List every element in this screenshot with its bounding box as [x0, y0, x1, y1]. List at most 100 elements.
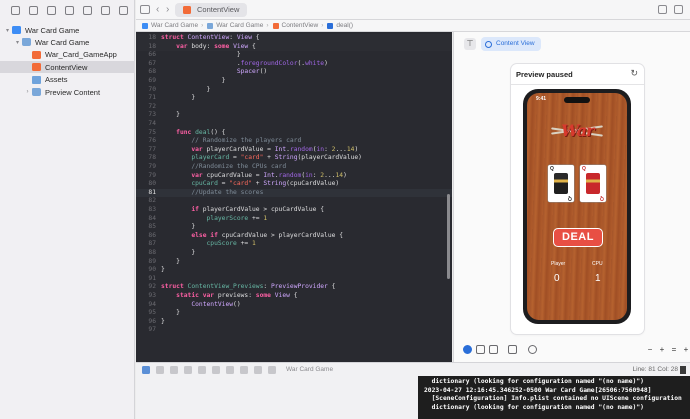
code-token: } [161, 266, 165, 274]
step-out-icon[interactable] [212, 366, 220, 374]
device-settings-icon[interactable] [508, 345, 517, 354]
tab-contentview[interactable]: ContentView [175, 3, 248, 17]
live-preview-icon[interactable] [463, 345, 472, 354]
code-line[interactable]: 18 var body: some View { [136, 42, 452, 52]
zoom-in-icon[interactable]: + [657, 345, 667, 355]
crumb-project[interactable]: War Card Game › [142, 22, 203, 29]
chevron-right-icon[interactable]: › [23, 89, 32, 95]
bookmark-icon[interactable] [47, 6, 56, 15]
code-line[interactable]: 68 Spacer() [136, 68, 452, 77]
code-token: { [248, 42, 256, 50]
split-view-icon[interactable] [680, 366, 686, 374]
code-line[interactable]: 76 // Randomize the players card [136, 137, 452, 146]
debug-nav-icon[interactable] [119, 6, 128, 15]
folder-nav-icon[interactable] [11, 6, 20, 15]
zoom-out-icon[interactable]: − [645, 345, 655, 355]
pin-icon[interactable]: ⊤ [464, 38, 476, 50]
selectable-mode-icon[interactable] [476, 345, 485, 354]
forward-arrow-icon[interactable]: › [166, 4, 169, 15]
crumb-group[interactable]: War Card Game › [207, 22, 269, 29]
source-control-icon[interactable] [29, 6, 38, 15]
crumb-symbol[interactable]: deal() [327, 22, 353, 29]
code-token: random [278, 171, 302, 179]
code-text: func deal() { [161, 129, 225, 138]
line-number: 18 [148, 34, 156, 41]
code-line[interactable]: 74 [136, 120, 452, 129]
preview-selector-chip[interactable]: Content View [481, 37, 541, 51]
view-hierarchy-icon[interactable] [226, 366, 234, 374]
code-line[interactable]: 78 playerCard = "card" + String(playerCa… [136, 154, 452, 163]
code-line[interactable]: 70 } [136, 86, 452, 95]
code-line[interactable]: 83 if playerCardValue > cpuCardValue { [136, 206, 452, 215]
variants-icon[interactable] [489, 345, 498, 354]
code-line[interactable]: 84 playerScore += 1 [136, 215, 452, 224]
code-line[interactable]: 86 else if cpuCardValue > playerCardValu… [136, 232, 452, 241]
zoom-100-icon[interactable]: + [681, 345, 690, 355]
code-token: : [324, 145, 332, 153]
step-over-icon[interactable] [184, 366, 192, 374]
navigator-item[interactable]: ▾ War Card Game [0, 36, 135, 48]
code-line[interactable]: 71 } [136, 94, 452, 103]
code-line[interactable]: 93 static var previews: some View { [136, 292, 452, 301]
code-line[interactable]: 88 } [136, 249, 452, 258]
step-in-icon[interactable] [198, 366, 206, 374]
code-line[interactable]: 94 ContentView() [136, 301, 452, 310]
zoom-fit-icon[interactable]: = [669, 345, 679, 355]
code-line[interactable]: 90} [136, 266, 452, 275]
code-line[interactable]: 85 } [136, 223, 452, 232]
navigator-item[interactable]: War_Card_GameApp [0, 49, 135, 61]
find-nav-icon[interactable] [65, 6, 74, 15]
code-line[interactable]: 97 [136, 326, 452, 335]
navigator-item[interactable]: ContentView [0, 61, 135, 74]
code-line[interactable]: 73 } [136, 111, 452, 120]
code-line[interactable]: 66 } [136, 51, 452, 60]
grid-icon[interactable] [140, 5, 150, 14]
code-line[interactable]: 87 cpuScore += 1 [136, 240, 452, 249]
chevron-down-icon[interactable]: ▾ [3, 27, 12, 34]
line-number: 68 [148, 68, 156, 76]
editor-options-icon[interactable] [658, 5, 667, 14]
navigator-item[interactable]: › Preview Content [0, 86, 135, 98]
crumb-file[interactable]: ContentView › [272, 22, 323, 29]
deal-button[interactable]: DEAL [553, 228, 603, 247]
code-line[interactable]: 18 struct ContentView: View { [136, 34, 452, 43]
location-icon[interactable] [268, 366, 276, 374]
code-line[interactable]: 77 var playerCardValue = Int.random(in: … [136, 146, 452, 155]
code-line[interactable]: 89 } [136, 258, 452, 267]
code-line[interactable]: 81 //Update the scores [136, 188, 452, 198]
breakpoints-icon[interactable] [156, 366, 164, 374]
console-output[interactable]: dictionary (looking for configuration na… [418, 376, 690, 419]
add-editor-icon[interactable] [674, 5, 683, 14]
test-nav-icon[interactable] [101, 6, 110, 15]
code-line[interactable]: 92 struct ContentView_Previews: PreviewPr… [136, 283, 452, 292]
code-line[interactable]: 67 .foregroundColor(.white) [136, 60, 452, 69]
iphone-frame: 9:41 War Q Q Q Q DEAL Player CPU 0 1 [523, 89, 631, 324]
code-line[interactable]: 72 [136, 103, 452, 112]
code-line[interactable]: 69 } [136, 77, 452, 86]
code-line[interactable]: 82 [136, 197, 452, 206]
code-line[interactable]: 79 //Randomize the CPUs card [136, 163, 452, 172]
chevron-down-icon[interactable]: ▾ [13, 39, 22, 46]
issue-nav-icon[interactable] [83, 6, 92, 15]
environment-overrides-icon[interactable] [254, 366, 262, 374]
code-line[interactable]: 75 func deal() { [136, 129, 452, 138]
code-line[interactable]: 91 [136, 275, 452, 284]
refresh-icon[interactable]: ↻ [630, 68, 638, 79]
code-text: } [161, 51, 241, 60]
memory-graph-icon[interactable] [240, 366, 248, 374]
pause-icon[interactable] [170, 366, 178, 374]
source-editor[interactable]: 18 struct ContentView: View {18 var body:… [136, 32, 452, 362]
code-line[interactable]: 95 } [136, 309, 452, 318]
navigator-item[interactable]: ▾ War Card Game [0, 24, 135, 36]
info-icon[interactable] [528, 345, 537, 354]
code-line[interactable]: 79 var cpuCardValue = Int.random(in: 2..… [136, 172, 452, 181]
navigator-item[interactable]: Assets [0, 74, 135, 86]
hide-debug-area-icon[interactable] [142, 366, 150, 374]
code-token: String [274, 154, 298, 162]
code-line[interactable]: 80 cpuCard = "card" + String(cpuCardValu… [136, 180, 452, 189]
line-number: 79 [148, 163, 156, 170]
editor-scrollbar[interactable] [447, 194, 450, 279]
back-arrow-icon[interactable]: ‹ [156, 4, 159, 15]
code-line[interactable]: 96} [136, 318, 452, 327]
code-text: else if cpuCardValue > playerCardValue { [161, 232, 343, 241]
